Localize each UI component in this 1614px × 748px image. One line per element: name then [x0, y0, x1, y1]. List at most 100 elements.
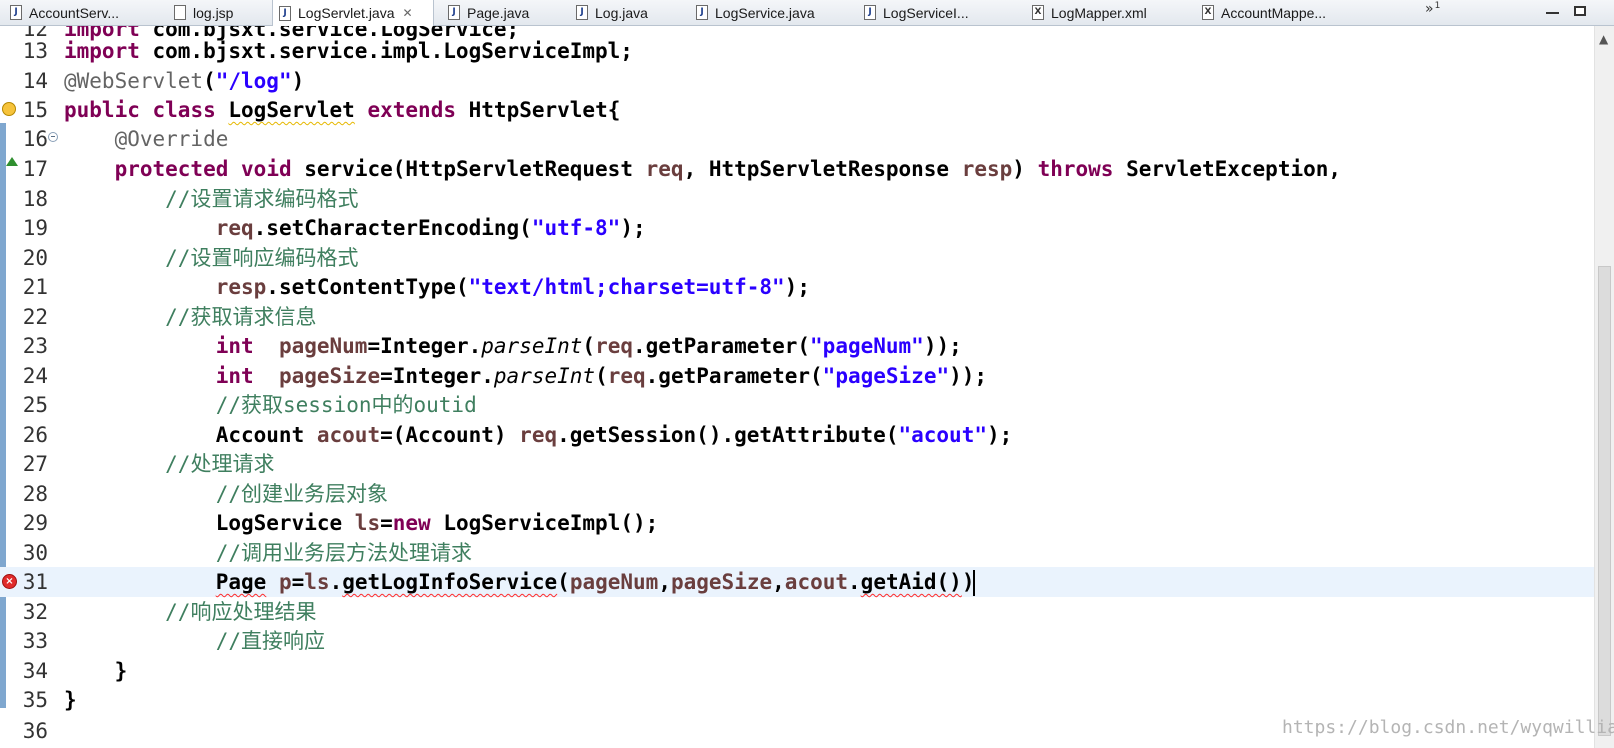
code-line: 17 protected void service(HttpServletReq… [0, 154, 1614, 184]
code-line: 27 //处理请求 [0, 449, 1614, 479]
line-number: 28 [22, 482, 48, 506]
chevron-double-right-icon: » [1425, 1, 1434, 17]
line-number: 18 [22, 187, 48, 211]
line-number: 22 [22, 305, 48, 329]
code-line: 14 @WebServlet("/log") [0, 66, 1614, 96]
code-text: LogService ls=new LogServiceImpl(); [64, 511, 659, 535]
java-file-icon: J [696, 5, 708, 20]
tab-accountserv[interactable]: J AccountServ... [4, 0, 154, 25]
java-file-icon: J [279, 5, 291, 21]
jsp-file-icon: ​ [174, 5, 186, 20]
line-number: 23 [22, 334, 48, 358]
tab-log-java[interactable]: J Log.java [570, 0, 680, 25]
close-icon[interactable]: ✕ [403, 6, 413, 20]
code-text: import com.bjsxt.service.impl.LogService… [64, 39, 633, 63]
code-line: 35 } [0, 685, 1614, 715]
code-text: public class LogServlet extends HttpServ… [64, 98, 621, 122]
tab-logservlet-java[interactable]: J LogServlet.java ✕ [272, 0, 434, 26]
tab-label: LogServlet.java [298, 5, 395, 21]
code-text: //直接响应 [215, 629, 326, 653]
minimize-button[interactable] [1540, 2, 1564, 20]
code-text: //获取session中的outid [215, 393, 477, 417]
code-line: 26 Account acout=(Account) req.getSessio… [0, 420, 1614, 450]
line-number: 21 [22, 275, 48, 299]
code-line: 29 LogService ls=new LogServiceImpl(); [0, 508, 1614, 538]
code-text: } [64, 688, 77, 712]
code-text: int pageSize=Integer.parseInt(req.getPar… [215, 364, 988, 388]
code-line: 21 resp.setContentType("text/html;charse… [0, 272, 1614, 302]
line-number: 33 [22, 629, 48, 653]
line-number: 34 [22, 659, 48, 683]
line-number: 31 [22, 570, 48, 594]
java-file-icon: J [10, 5, 22, 20]
code-line: 32 //响应处理结果 [0, 597, 1614, 627]
code-line: 15 public class LogServlet extends HttpS… [0, 95, 1614, 125]
scroll-up-arrow-icon[interactable]: ▲ [1599, 32, 1608, 46]
code-text: //响应处理结果 [165, 600, 317, 624]
code-text: } [64, 659, 128, 683]
code-text: Page p=ls.getLogInfoService(pageNum,page… [215, 570, 976, 596]
minimize-icon [1545, 12, 1559, 14]
line-number: 15 [22, 98, 48, 122]
tab-log-jsp[interactable]: ​ log.jsp [168, 0, 268, 25]
code-editor[interactable]: 12 import com.bjsxt.service.LogService; … [0, 26, 1614, 748]
line-number: 35 [22, 688, 48, 712]
tab-page-java[interactable]: J Page.java [442, 0, 562, 25]
line-number: 27 [22, 452, 48, 476]
line-number: 19 [22, 216, 48, 240]
code-text: //处理请求 [165, 452, 275, 476]
maximize-button[interactable] [1568, 2, 1592, 20]
code-line: 34 } [0, 656, 1614, 686]
java-file-icon: J [864, 5, 876, 20]
line-number: 32 [22, 600, 48, 624]
tab-logmapper-xml[interactable]: X LogMapper.xml [1026, 0, 1191, 25]
vertical-scrollbar[interactable]: ▲ [1594, 26, 1614, 748]
fold-toggle-icon[interactable] [48, 132, 58, 142]
line-number: 26 [22, 423, 48, 447]
code-text: //获取请求信息 [165, 305, 317, 329]
code-text: Account acout=(Account) req.getSession()… [64, 423, 1013, 447]
line-number: 14 [22, 69, 48, 93]
code-text: @Override [114, 127, 229, 151]
code-text: //创建业务层对象 [215, 482, 389, 506]
watermark: https://blog.csdn.net/wyqwilliam [1282, 717, 1614, 738]
code-text: //设置请求编码格式 [165, 187, 359, 211]
code-line: 25 //获取session中的outid [0, 390, 1614, 420]
line-number: 36 [22, 719, 48, 743]
tab-overflow-button[interactable]: » 1 [1425, 0, 1440, 26]
code-text: resp.setContentType("text/html;charset=u… [215, 275, 810, 299]
scrollbar-thumb[interactable] [1598, 266, 1611, 736]
code-text: //设置响应编码格式 [165, 246, 359, 270]
code-text: protected void service(HttpServletReques… [114, 157, 1342, 181]
tab-label: AccountServ... [29, 4, 120, 21]
code-line: 28 //创建业务层对象 [0, 479, 1614, 509]
code-line: 23 int pageNum=Integer.parseInt(req.getP… [0, 331, 1614, 361]
line-number: 17 [22, 157, 48, 181]
tab-label: AccountMappe... [1221, 4, 1327, 21]
line-number: 25 [22, 393, 48, 417]
code-line: 33 //直接响应 [0, 626, 1614, 656]
code-line: 22 //获取请求信息 [0, 302, 1614, 332]
tab-logservice-java[interactable]: J LogService.java [690, 0, 850, 25]
tab-label: Log.java [595, 4, 648, 21]
tab-accountmapper-xml[interactable]: X AccountMappe... [1196, 0, 1376, 25]
tab-label: log.jsp [193, 4, 234, 21]
line-number: 20 [22, 246, 48, 270]
code-line: 30 //调用业务层方法处理请求 [0, 538, 1614, 568]
hidden-tab-count: 1 [1434, 1, 1441, 11]
code-line: 18 //设置请求编码格式 [0, 184, 1614, 214]
text-caret [973, 570, 976, 596]
line-number: 16 [22, 127, 48, 151]
current-code-line: × 31 Page p=ls.getLogInfoService(pageNum… [0, 567, 1614, 597]
xml-file-icon: X [1202, 5, 1214, 20]
code-line: 20 //设置响应编码格式 [0, 243, 1614, 273]
java-file-icon: J [448, 5, 460, 20]
code-text: @WebServlet("/log") [64, 69, 305, 93]
tab-logserviceimpl[interactable]: J LogServiceI... [858, 0, 1018, 25]
tab-label: LogMapper.xml [1051, 4, 1147, 21]
code-text: //调用业务层方法处理请求 [215, 541, 473, 565]
tab-label: LogServiceI... [883, 4, 969, 21]
code-text: req.setCharacterEncoding("utf-8"); [215, 216, 646, 240]
tab-label: Page.java [467, 4, 530, 21]
code-line: 13 import com.bjsxt.service.impl.LogServ… [0, 36, 1614, 66]
